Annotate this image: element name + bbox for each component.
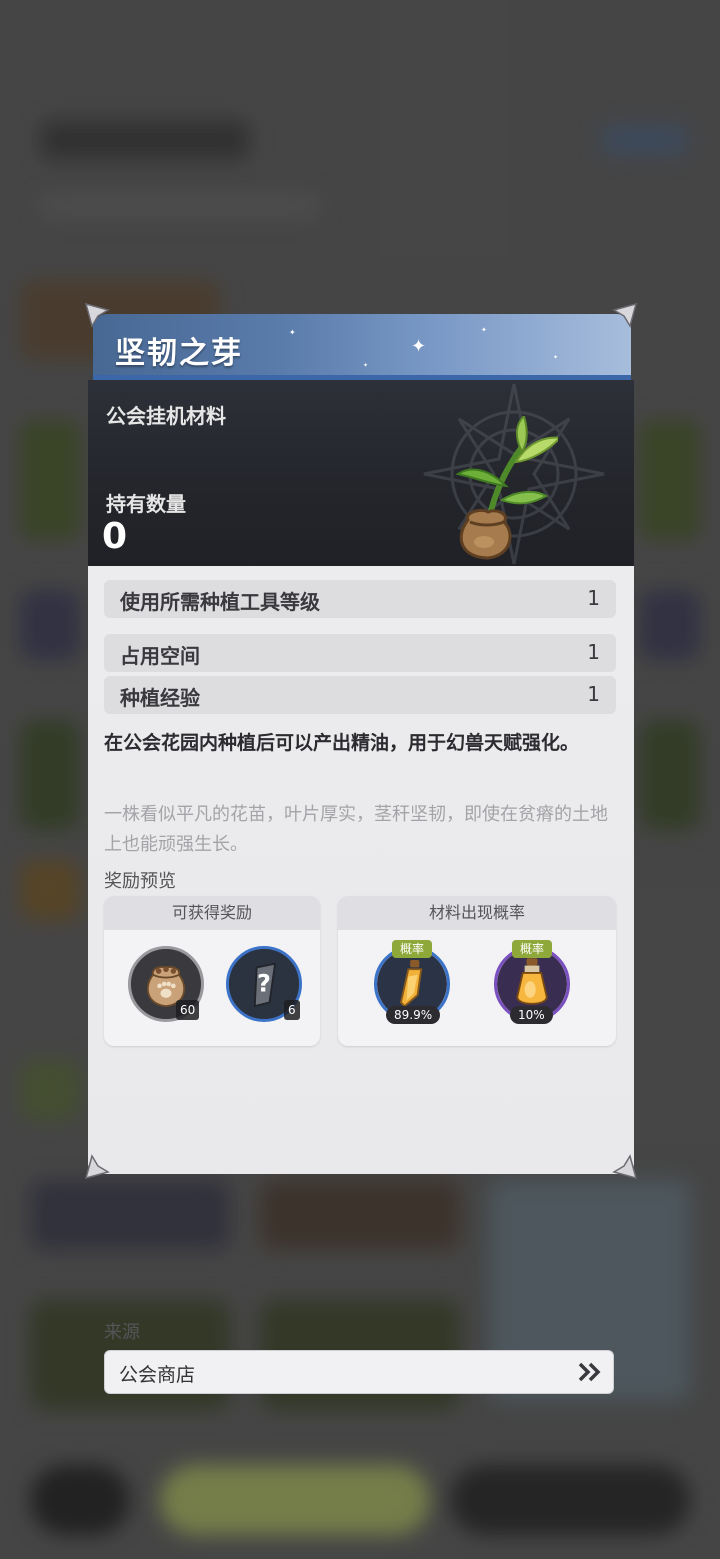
source-title: 来源 — [104, 1322, 140, 1343]
item-category: 公会挂机材料 — [106, 404, 226, 428]
item-title: 坚韧之芽 — [115, 336, 243, 371]
svg-text:?: ? — [257, 969, 271, 997]
stat-label: 使用所需种植工具等级 — [120, 590, 320, 614]
reward-preview-title: 奖励预览 — [104, 871, 176, 892]
owned-count-value: 0 — [102, 516, 128, 557]
sprout-item-icon — [455, 416, 558, 560]
corner-ornament-icon — [84, 302, 110, 328]
probability-percent: 10% — [510, 1006, 553, 1024]
owned-count-label: 持有数量 — [106, 492, 186, 516]
stat-value: 1 — [587, 640, 600, 664]
chance-panel-title: 材料出现概率 — [338, 896, 616, 930]
probability-badge: 概率 — [392, 940, 432, 958]
probability-badge: 概率 — [512, 940, 552, 958]
item-lore: 一株看似平凡的花苗，叶片厚实，茎秆坚韧，即使在贫瘠的土地上也能顽强生长。 — [104, 804, 608, 855]
reward-count: 6 — [284, 1000, 300, 1020]
stat-value: 1 — [587, 682, 600, 706]
stat-value: 1 — [587, 586, 600, 610]
stat-row: 占用空间 1 — [104, 634, 616, 672]
stat-row: 使用所需种植工具等级 1 — [104, 580, 616, 618]
corner-ornament-icon — [612, 1154, 638, 1180]
rewards-panel: 可获得奖励 60 ? 6 — [104, 896, 320, 1046]
double-chevron-right-icon — [578, 1362, 601, 1382]
probability-percent: 89.9% — [386, 1006, 441, 1024]
item-description: 在公会花园内种植后可以产出精油，用于幻兽天赋强化。 — [104, 732, 580, 754]
reward-count: 60 — [176, 1000, 200, 1020]
item-header: 公会挂机材料 持有数量 0 — [88, 380, 634, 566]
corner-ornament-icon — [612, 302, 638, 328]
stat-label: 占用空间 — [120, 644, 200, 668]
stat-label: 种植经验 — [120, 686, 200, 710]
title-bar: ✦ ✦ ✦ ✦ ✦ 坚韧之芽 — [93, 314, 631, 380]
item-detail-modal: ✦ ✦ ✦ ✦ ✦ 坚韧之芽 公会挂机材料 持有数量 0 使用所需种植工具等级 … — [84, 302, 638, 1394]
source-label: 公会商店 — [119, 1364, 196, 1386]
stat-row: 种植经验 1 — [104, 676, 616, 714]
material-chance-panel: 材料出现概率 概率 89.9% 概率 10% — [338, 896, 616, 1046]
item-detail-body: 使用所需种植工具等级 1 占用空间 1 种植经验 1 在公会花园内种植后可以产出… — [88, 566, 634, 1394]
rewards-panel-title: 可获得奖励 — [104, 896, 320, 930]
source-guild-shop-button[interactable]: 公会商店 — [104, 1350, 614, 1394]
corner-ornament-icon — [84, 1154, 110, 1180]
